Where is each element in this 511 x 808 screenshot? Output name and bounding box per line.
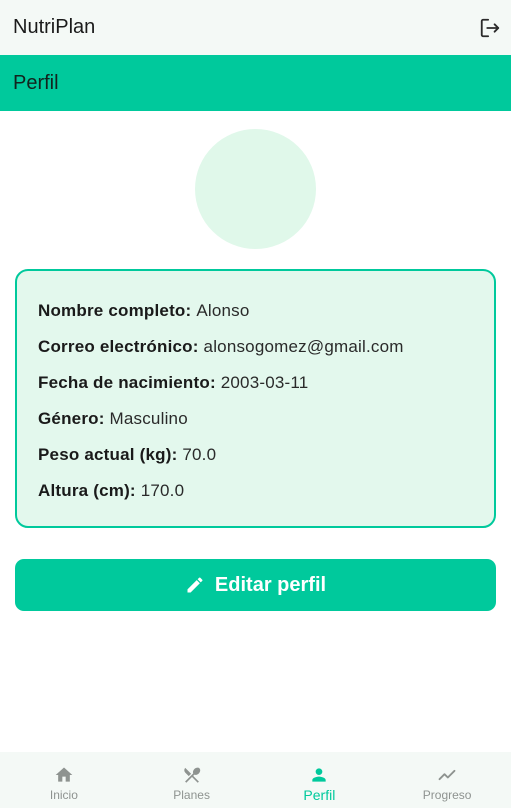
field-label: Altura (cm):: [38, 481, 141, 500]
person-icon: [308, 764, 330, 786]
info-row-weight: Peso actual (kg): 70.0: [38, 443, 494, 479]
info-row-name: Nombre completo: Alonso: [38, 299, 494, 335]
nav-item-progreso[interactable]: Progreso: [383, 752, 511, 808]
trending-icon: [436, 764, 458, 786]
field-value: Alonso: [196, 301, 250, 320]
nav-item-perfil[interactable]: Perfil: [256, 752, 384, 808]
field-value: alonsogomez@gmail.com: [203, 337, 404, 356]
pencil-icon: [185, 575, 205, 595]
app-bar: NutriPlan: [0, 0, 511, 55]
app-title: NutriPlan: [13, 16, 96, 38]
logout-button[interactable]: [477, 15, 503, 41]
field-label: Género:: [38, 409, 110, 428]
edit-profile-label: Editar perfil: [214, 573, 327, 596]
info-row-gender: Género: Masculino: [38, 407, 494, 443]
nav-label: Progreso: [422, 788, 472, 802]
field-label: Fecha de nacimiento:: [38, 373, 221, 392]
field-value: 170.0: [140, 481, 185, 500]
info-row-height: Altura (cm): 170.0: [38, 479, 494, 515]
bottom-navigation: Inicio Planes Perfil Progreso: [0, 752, 511, 808]
edit-profile-button[interactable]: Editar perfil: [15, 559, 496, 611]
utensils-icon: [181, 764, 203, 786]
info-row-email: Correo electrónico: alonsogomez@gmail.co…: [38, 335, 494, 371]
field-label: Correo electrónico:: [38, 337, 204, 356]
profile-info-card: Nombre completo: Alonso Correo electróni…: [15, 269, 496, 528]
home-icon: [53, 764, 75, 786]
field-value: 70.0: [182, 445, 217, 464]
nav-label: Planes: [173, 788, 210, 802]
section-header: Perfil: [0, 55, 511, 111]
nav-item-planes[interactable]: Planes: [128, 752, 256, 808]
logout-icon: [480, 18, 500, 37]
field-value: Masculino: [109, 409, 188, 428]
field-label: Peso actual (kg):: [38, 445, 183, 464]
avatar: [195, 129, 316, 249]
page-title: Perfil: [13, 71, 59, 94]
info-row-birthdate: Fecha de nacimiento: 2003-03-11: [38, 371, 494, 407]
field-label: Nombre completo:: [38, 301, 197, 320]
nav-label: Inicio: [49, 788, 78, 802]
nav-item-inicio[interactable]: Inicio: [0, 752, 128, 808]
field-value: 2003-03-11: [220, 373, 309, 392]
nav-label: Perfil: [303, 787, 336, 803]
